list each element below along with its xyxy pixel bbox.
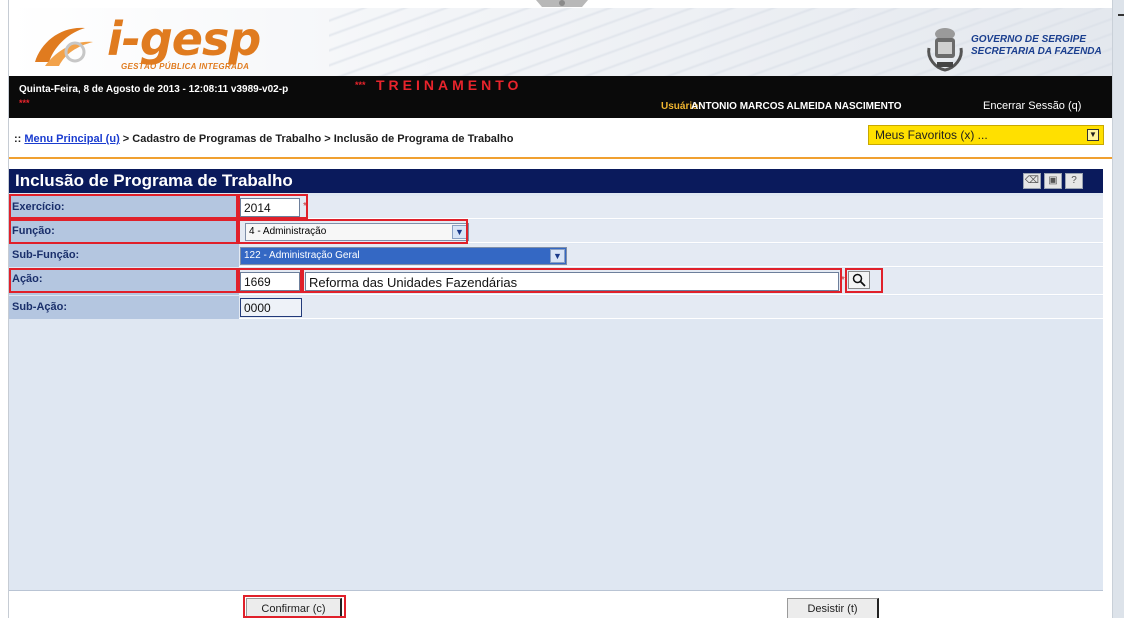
required-mark: * bbox=[303, 201, 307, 212]
acao-code-input[interactable]: 1669 bbox=[240, 272, 300, 291]
breadcrumb-menu-link[interactable]: Menu Principal (u) bbox=[24, 133, 119, 145]
favorites-label: Meus Favoritos (x) ... bbox=[875, 128, 988, 142]
state-crest-icon bbox=[927, 28, 963, 72]
breadcrumb-prefix: :: bbox=[14, 133, 22, 145]
breadcrumb-path: > Cadastro de Programas de Trabalho > In… bbox=[122, 133, 514, 145]
funcao-label: Função: bbox=[9, 220, 239, 243]
page-title: Inclusão de Programa de Trabalho bbox=[15, 171, 293, 190]
environment-mode: TREINAMENTO bbox=[376, 77, 523, 93]
required-mark: * bbox=[841, 275, 845, 286]
logout-link[interactable]: Encerrar Sessão (q) bbox=[983, 100, 1081, 112]
exercicio-input[interactable]: 2014 bbox=[240, 198, 300, 217]
subfuncao-select[interactable]: 122 - Administração Geral ▼ bbox=[240, 247, 567, 265]
form-panel: Inclusão de Programa de Trabalho ⌫ ▣ ? E… bbox=[9, 169, 1103, 590]
funcao-value: 4 - Administração bbox=[249, 226, 327, 237]
user-name: ANTONIO MARCOS ALMEIDA NASCIMENTO bbox=[691, 101, 902, 112]
subfuncao-label: Sub-Função: bbox=[9, 244, 239, 267]
gov-title: GOVERNO DE SERGIPE bbox=[971, 34, 1087, 45]
scrollbar[interactable] bbox=[1112, 0, 1124, 618]
acao-label: Ação: bbox=[9, 268, 239, 295]
confirm-button[interactable]: Confirmar (c) bbox=[246, 598, 342, 618]
row-exercicio: Exercício: 2014 * bbox=[9, 196, 1103, 219]
top-emblem-icon bbox=[536, 0, 588, 7]
mode-stars-end: *** bbox=[19, 98, 30, 108]
row-acao: Ação: 1669 Reforma das Unidades Fazendár… bbox=[9, 268, 1103, 295]
gov-subtitle: SECRETARIA DA FAZENDA bbox=[971, 46, 1102, 57]
exercicio-label: Exercício: bbox=[9, 196, 239, 219]
subacao-label: Sub-Ação: bbox=[9, 296, 239, 319]
chevron-down-icon[interactable]: ▼ bbox=[1087, 129, 1099, 141]
breadcrumb: :: Menu Principal (u) > Cadastro de Prog… bbox=[14, 133, 513, 145]
acao-description-input[interactable]: Reforma das Unidades Fazendárias bbox=[305, 272, 839, 291]
app-logo: i-gesp bbox=[107, 12, 261, 66]
row-funcao: Função: 4 - Administração ▼ bbox=[9, 220, 1103, 243]
row-subfuncao: Sub-Função: 122 - Administração Geral ▼ bbox=[9, 244, 1103, 267]
funcao-select[interactable]: 4 - Administração ▼ bbox=[245, 223, 469, 241]
subfuncao-value: 122 - Administração Geral bbox=[244, 250, 360, 261]
row-subacao: Sub-Ação: 0000 bbox=[9, 296, 1103, 319]
status-bar: Quinta-Feira, 8 de Agosto de 2013 - 12:0… bbox=[9, 76, 1112, 118]
swoosh-logo-icon bbox=[35, 27, 93, 66]
chevron-down-icon[interactable]: ▼ bbox=[452, 225, 467, 239]
app-header: i-gesp GESTÃO PÚBLICA INTEGRADA GOVERNO … bbox=[9, 8, 1112, 76]
search-icon bbox=[852, 273, 866, 287]
cancel-button[interactable]: Desistir (t) bbox=[787, 598, 879, 618]
scroll-tick bbox=[1118, 14, 1124, 16]
page: i-gesp GESTÃO PÚBLICA INTEGRADA GOVERNO … bbox=[0, 0, 1124, 618]
favorites-dropdown[interactable]: Meus Favoritos (x) ... ▼ bbox=[868, 125, 1104, 145]
eraser-icon[interactable]: ⌫ bbox=[1023, 173, 1041, 189]
chevron-down-icon[interactable]: ▼ bbox=[550, 249, 565, 263]
mode-stars: *** bbox=[355, 80, 366, 90]
subacao-input[interactable]: 0000 bbox=[240, 298, 302, 317]
session-datetime: Quinta-Feira, 8 de Agosto de 2013 - 12:0… bbox=[19, 84, 289, 95]
help-icon[interactable]: ? bbox=[1065, 173, 1083, 189]
footer-divider bbox=[9, 590, 1103, 591]
header-divider bbox=[9, 157, 1112, 159]
search-button[interactable] bbox=[848, 271, 870, 289]
print-icon[interactable]: ▣ bbox=[1044, 173, 1062, 189]
form-titlebar: Inclusão de Programa de Trabalho ⌫ ▣ ? bbox=[9, 169, 1103, 193]
app-logo-subtitle: GESTÃO PÚBLICA INTEGRADA bbox=[121, 62, 250, 71]
